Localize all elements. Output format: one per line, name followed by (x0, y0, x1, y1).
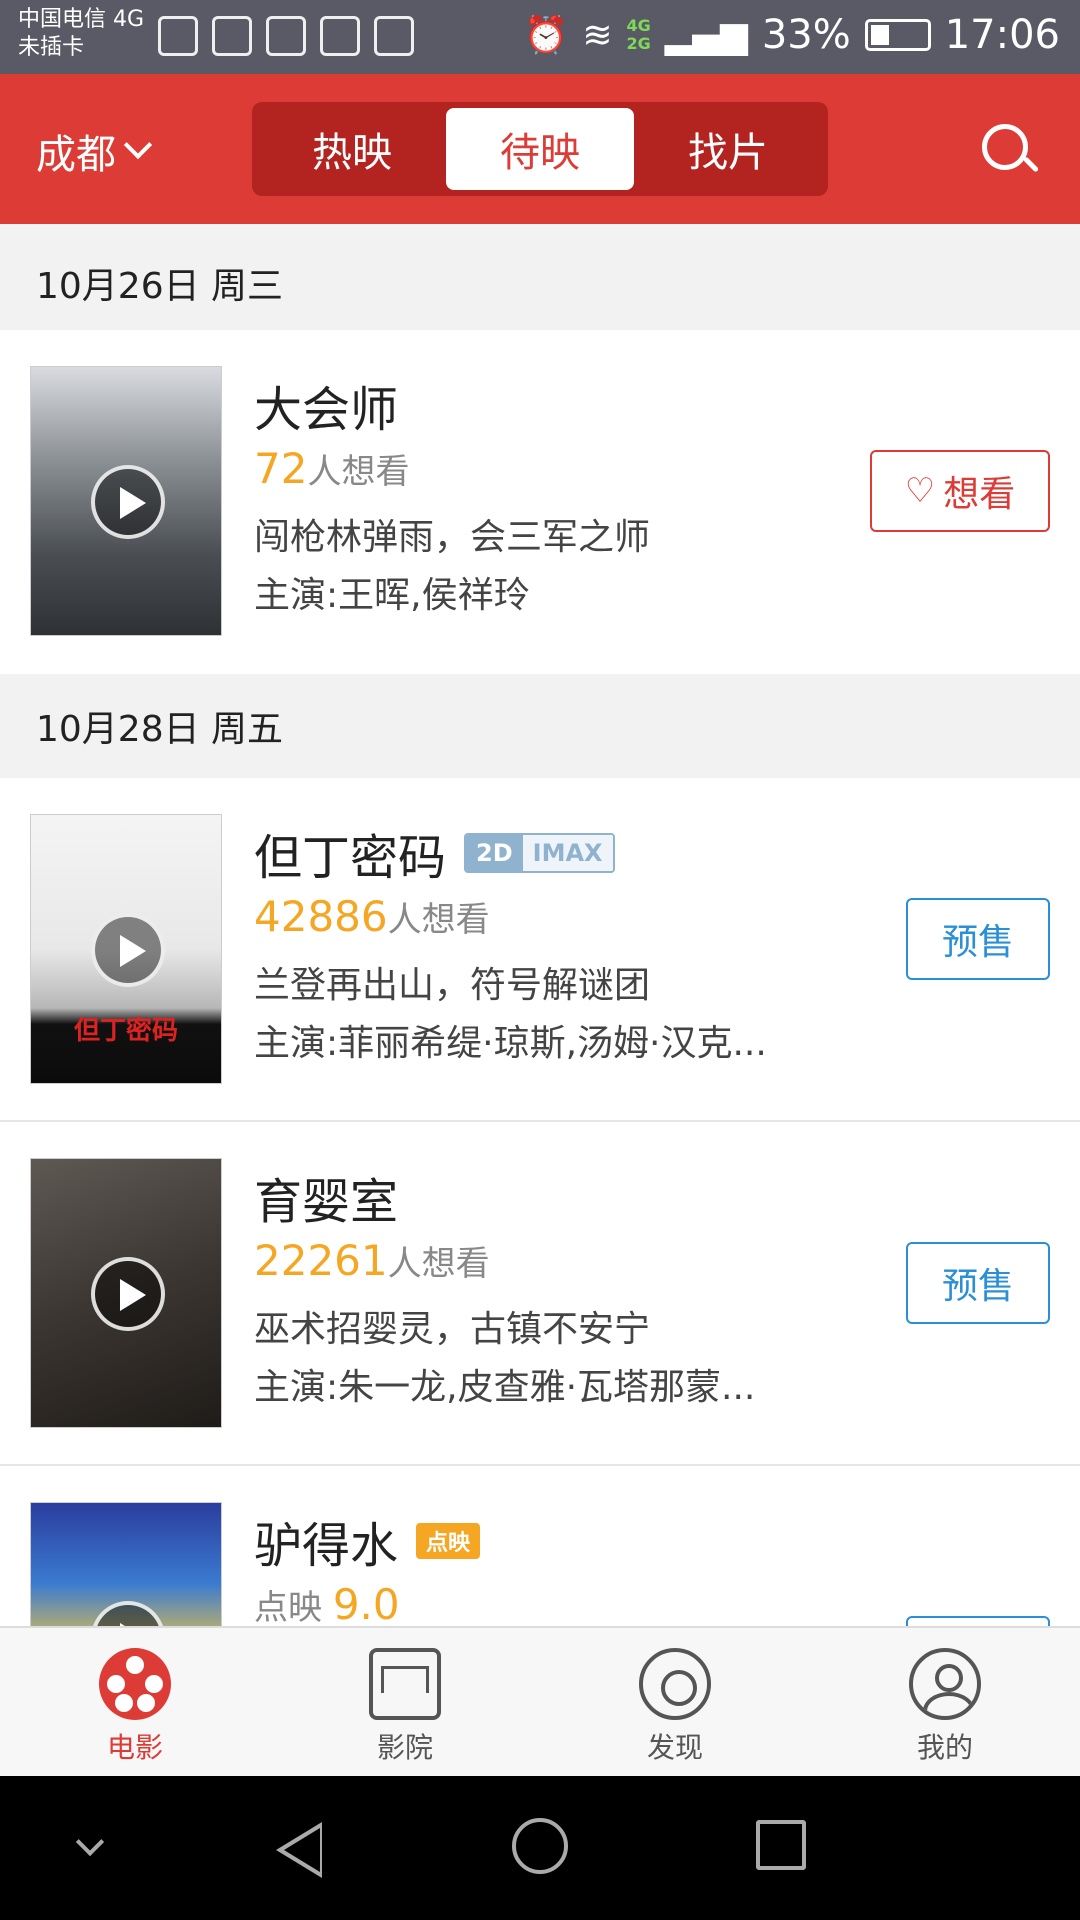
movie-slogan: 巫术招婴灵，古镇不安宁 (254, 1309, 651, 1350)
cleaner-icon (320, 16, 360, 56)
play-trailer-icon[interactable] (91, 1257, 165, 1331)
profile-icon (909, 1648, 981, 1720)
sneak-preview-badge: 点映 (416, 1523, 481, 1559)
notification-icons (158, 16, 414, 56)
nav-label: 发现 (646, 1731, 703, 1764)
want-count: 22261人想看 (254, 1236, 490, 1285)
battery-level (870, 25, 889, 45)
date-header: 10月28日 周五 (0, 674, 1080, 778)
status-bar: 中国电信 4G 未插卡 ⏰ ≋ 4G 2G ▂▄▆ 33% 17:06 (0, 0, 1080, 74)
movie-item[interactable]: 育婴室 22261人想看 巫术招婴灵，古镇不安宁 主演:朱一龙,皮查雅·瓦塔那蒙… (0, 1122, 1080, 1466)
recent-apps-icon[interactable] (756, 1820, 806, 1870)
movie-item[interactable]: 大会师 72人想看 闯枪林弹雨，会三军之师 主演:王晖,侯祥玲 ♡ 想看 (0, 330, 1080, 674)
want-count: 72人想看 (254, 444, 410, 493)
movie-title: 育婴室 (254, 1174, 399, 1230)
nav-label: 我的 (916, 1731, 973, 1764)
signal-icon: ▂▄▆ (664, 14, 748, 56)
film-reel-icon (99, 1648, 171, 1720)
clock: 17:06 (944, 12, 1060, 58)
movie-tab-switch: 热映 待映 找片 (252, 102, 828, 196)
city-selector[interactable]: 成都 (36, 122, 153, 180)
app-header: 成都 热映 待映 找片 (0, 74, 1080, 224)
movie-item[interactable]: 驴得水 点映 点映 9.0 预售 (0, 1466, 1080, 1626)
city-name: 成都 (36, 132, 116, 178)
movie-slogan: 闯枪林弹雨，会三军之师 (254, 517, 651, 558)
heart-icon: ♡ (904, 471, 936, 511)
presale-button[interactable]: 预售 (906, 898, 1050, 980)
movie-poster[interactable] (30, 1502, 222, 1626)
poster-title: 但丁密码 (73, 1016, 178, 1046)
home-icon[interactable] (512, 1818, 568, 1874)
tag-icon (374, 16, 414, 56)
nav-cinemas[interactable]: 影院 (270, 1628, 540, 1776)
cinema-screen-icon (369, 1648, 441, 1720)
system-nav-bar (0, 1776, 1080, 1920)
date-header: 10月26日 周三 (0, 224, 1080, 330)
bottom-nav: 电影 影院 发现 我的 (0, 1626, 1080, 1776)
chevron-down-icon (123, 130, 153, 160)
movie-cast: 主演:菲丽希缇·琼斯,汤姆·汉克... (254, 1023, 767, 1064)
want-count: 42886人想看 (254, 892, 490, 941)
sim-status: 未插卡 (18, 35, 85, 60)
movie-poster[interactable]: 但丁密码 (30, 814, 222, 1084)
collapse-icon[interactable] (75, 1827, 105, 1857)
battery-icon (864, 19, 931, 51)
movie-rating: 点映 9.0 (254, 1580, 400, 1626)
movie-poster[interactable] (30, 366, 222, 636)
movie-cast: 主演:王晖,侯祥玲 (254, 575, 530, 616)
nav-profile[interactable]: 我的 (810, 1628, 1080, 1776)
nav-movies[interactable]: 电影 (0, 1628, 270, 1776)
nav-label: 电影 (106, 1731, 163, 1764)
search-icon[interactable] (980, 122, 1040, 182)
sim-alert-icon (158, 16, 198, 56)
tab-now-showing[interactable]: 热映 (258, 108, 446, 190)
movie-item[interactable]: 但丁密码 但丁密码 2D IMAX 42886人想看 兰登再出山，符号解谜团 主… (0, 778, 1080, 1122)
alarm-icon: ⏰ (523, 15, 569, 56)
play-trailer-icon[interactable] (91, 913, 165, 987)
discover-icon (639, 1648, 711, 1720)
movie-title: 驴得水 点映 (254, 1506, 481, 1576)
status-right: ⏰ ≋ 4G 2G ▂▄▆ 33% 17:06 (523, 12, 1060, 58)
carrier-info: 中国电信 4G 未插卡 (18, 6, 144, 62)
battery-percent: 33% (761, 12, 851, 58)
play-trailer-icon[interactable] (91, 1601, 165, 1626)
movie-cast: 主演:朱一龙,皮查雅·瓦塔那蒙... (254, 1367, 756, 1408)
network-type: 4G 2G (626, 16, 651, 53)
format-badge: 2D IMAX (464, 833, 615, 873)
carrier-name: 中国电信 4G (18, 7, 145, 32)
wifi-icon: ≋ (582, 14, 613, 56)
nav-discover[interactable]: 发现 (540, 1628, 810, 1776)
movie-title: 大会师 (254, 382, 399, 438)
movie-list[interactable]: 10月26日 周三 大会师 72人想看 闯枪林弹雨，会三军之师 主演:王晖,侯祥… (0, 224, 1080, 1626)
nav-label: 影院 (376, 1731, 433, 1764)
image-icon (212, 16, 252, 56)
back-icon[interactable] (276, 1822, 322, 1878)
presale-button[interactable]: 预售 (906, 1242, 1050, 1324)
movie-title: 但丁密码 2D IMAX (254, 818, 615, 888)
movie-poster[interactable] (30, 1158, 222, 1428)
want-to-see-button[interactable]: ♡ 想看 (870, 450, 1050, 532)
tab-coming-soon[interactable]: 待映 (446, 108, 634, 190)
movie-slogan: 兰登再出山，符号解谜团 (254, 965, 651, 1006)
play-trailer-icon[interactable] (91, 465, 165, 539)
hand-icon (266, 16, 306, 56)
tab-find-movie[interactable]: 找片 (634, 108, 822, 190)
presale-button[interactable]: 预售 (906, 1616, 1050, 1626)
